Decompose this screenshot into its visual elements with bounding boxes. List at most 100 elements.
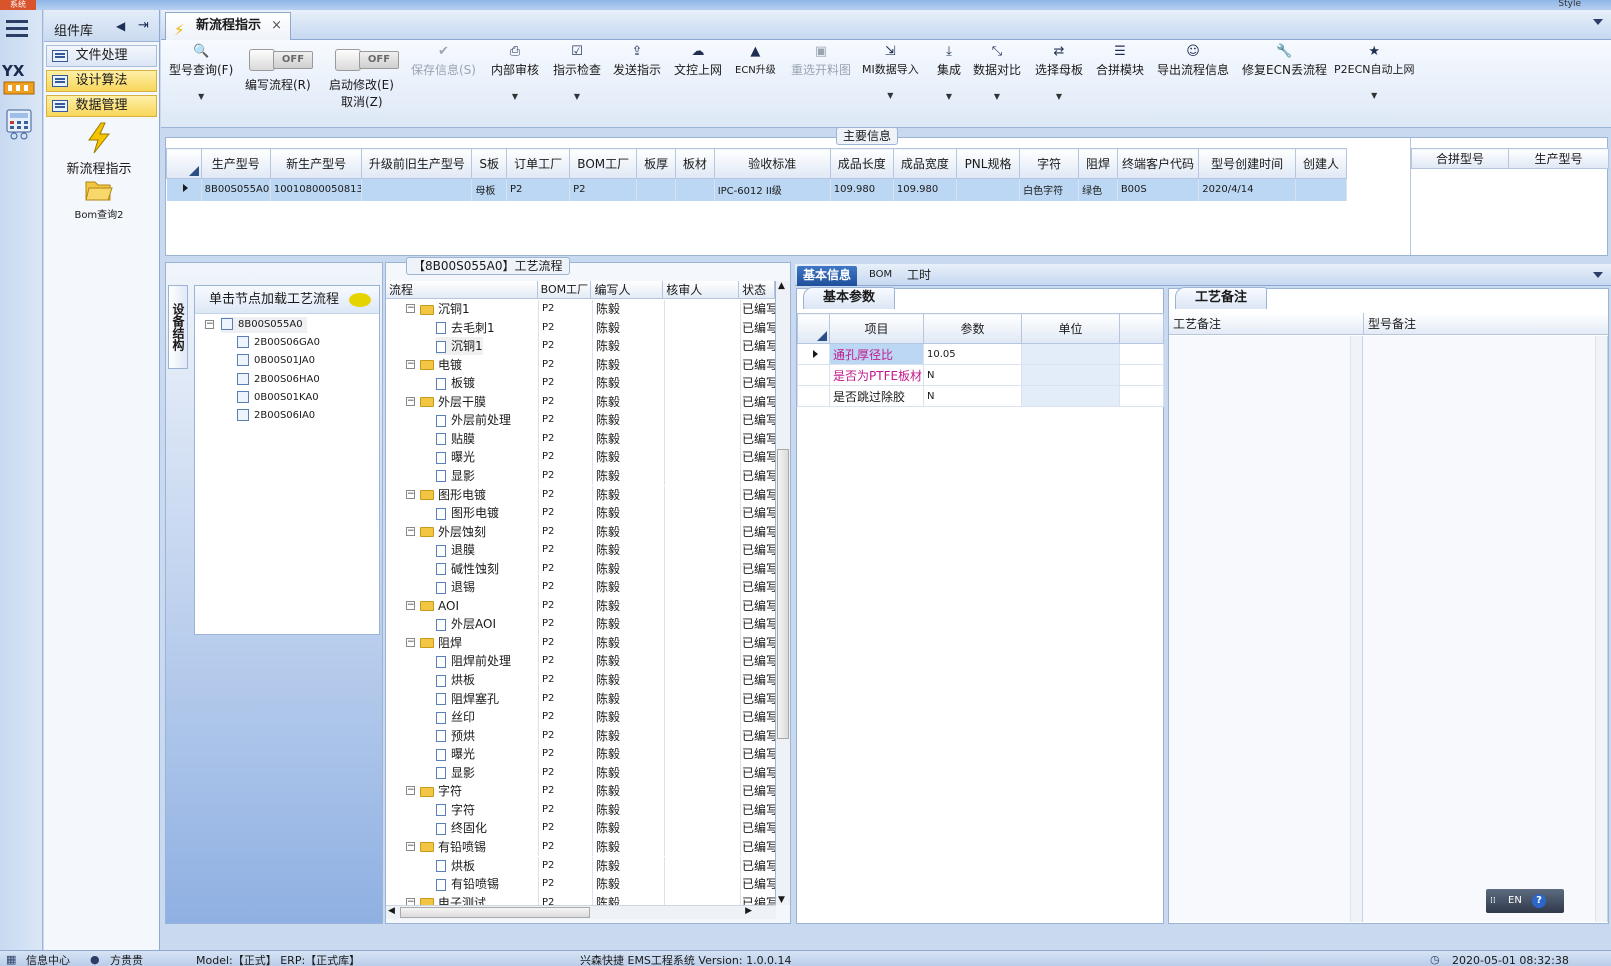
scroll-thumb[interactable] <box>400 907 590 918</box>
table-cell[interactable] <box>361 178 473 201</box>
column-header[interactable]: 字符 <box>1019 148 1080 179</box>
column-production-model[interactable]: 生产型号 <box>1508 148 1609 169</box>
table-row[interactable]: − 外层干膜 P2 陈毅 已编写 <box>386 392 775 412</box>
table-row[interactable]: 退膜 P2 陈毅 已编写 <box>386 541 775 560</box>
table-row[interactable]: 是否跳过除胶 N <box>797 385 1164 407</box>
table-row[interactable]: 预烘 P2 陈毅 已编写 <box>386 726 775 746</box>
scroll-up-icon[interactable]: ▲ <box>778 281 785 291</box>
table-row[interactable]: − 电镀 P2 陈毅 已编写 <box>386 355 775 375</box>
vertical-scrollbar[interactable]: ▲ ▼ <box>776 281 790 905</box>
dropdown-caret-icon[interactable]: ▼ <box>937 92 961 101</box>
table-row[interactable]: 丝印 P2 陈毅 已编写 <box>386 708 775 727</box>
table-cell[interactable] <box>675 178 715 201</box>
table-row[interactable]: 退锡 P2 陈毅 已编写 <box>386 578 775 597</box>
dropdown-caret-icon[interactable]: ▼ <box>169 92 233 101</box>
column-header[interactable]: 型号创建时间 <box>1198 148 1296 179</box>
library-item-data-management[interactable]: 数据管理 <box>46 95 157 117</box>
table-row[interactable]: 阻焊前处理 P2 陈毅 已编写 <box>386 652 775 671</box>
scroll-down-icon[interactable]: ▼ <box>778 895 785 905</box>
table-cell[interactable] <box>956 178 1021 201</box>
pin-panel-icon[interactable]: ⇥ <box>138 18 149 33</box>
vertical-scrollbar[interactable] <box>1350 336 1362 922</box>
table-row[interactable]: − 有铅喷锡 P2 陈毅 已编写 <box>386 837 775 857</box>
integrate-button[interactable]: ⤓ 集成 ▼ <box>937 43 961 101</box>
column-writer[interactable]: 编写人 <box>591 281 664 298</box>
table-row[interactable]: 字符 P2 陈毅 已编写 <box>386 800 775 820</box>
new-flow-instruction-shortcut[interactable]: 新流程指示 <box>44 122 154 177</box>
table-row[interactable]: 有铅喷锡 P2 陈毅 已编写 <box>386 875 775 894</box>
style-menu[interactable]: Style <box>1558 0 1581 9</box>
tab-equipment-structure[interactable]: 设备结构 <box>168 285 188 369</box>
collapse-node-icon[interactable]: − <box>406 786 415 796</box>
column-header[interactable]: 新生产型号 <box>269 148 363 179</box>
table-row[interactable]: − 电子测试 P2 陈毅 已编写 <box>386 893 775 905</box>
export-flow-info-button[interactable]: ☺ 导出流程信息 <box>1157 43 1229 78</box>
table-row[interactable]: 图形电镀 P2 陈毅 已编写 <box>386 504 775 523</box>
table-row[interactable]: 曝光 P2 陈毅 已编写 <box>386 448 775 467</box>
tree-child-node[interactable]: 0B00S01KA0 <box>237 390 319 406</box>
cancel-button[interactable]: 取消(Z) <box>341 93 383 110</box>
column-header[interactable]: 终端客户代码 <box>1116 148 1200 179</box>
table-row[interactable]: 碱性蚀刻 P2 陈毅 已编写 <box>386 559 775 579</box>
column-status[interactable]: 状态 <box>739 281 775 298</box>
tree-child-node[interactable]: 2B00S06HA0 <box>237 372 320 388</box>
column-header[interactable]: 验收标准 <box>713 148 831 179</box>
ecn-upgrade-button[interactable]: ▲ ECN升级 <box>735 43 776 76</box>
scroll-thumb[interactable] <box>777 449 789 739</box>
collapse-node-icon[interactable]: − <box>406 600 415 610</box>
table-row[interactable]: 外层AOI P2 陈毅 已编写 <box>386 615 775 634</box>
tree-root-node[interactable]: 8B00S055A0 <box>221 317 307 333</box>
collapse-node-icon[interactable]: − <box>406 489 415 499</box>
tab-basic-info[interactable]: 基本信息 <box>797 266 858 286</box>
column-merge-model[interactable]: 合拼型号 <box>1411 148 1509 169</box>
scroll-right-icon[interactable]: ▶ <box>745 906 752 916</box>
tab-new-flow-instruction[interactable]: ⚡ 新流程指示 × <box>165 12 291 40</box>
bom-query-shortcut[interactable]: Bom查询2 <box>44 178 154 221</box>
table-row[interactable]: − 外层蚀刻 P2 陈毅 已编写 <box>386 522 775 542</box>
merge-module-button[interactable]: ☰ 合拼模块 <box>1096 43 1144 78</box>
table-cell[interactable]: 10010800050813 <box>270 178 363 201</box>
collapse-node-icon[interactable]: − <box>406 396 415 406</box>
column-header[interactable]: 板厚 <box>636 148 676 179</box>
param-value[interactable]: N <box>923 385 1022 407</box>
table-row[interactable]: 终固化 P2 陈毅 已编写 <box>386 819 775 838</box>
column-header[interactable]: BOM工厂 <box>569 148 638 179</box>
collapse-node-icon[interactable]: − <box>205 320 214 329</box>
table-row[interactable]: 沉铜1 P2 陈毅 已编写 <box>386 337 775 356</box>
table-row[interactable]: 烘板 P2 陈毅 已编写 <box>386 856 775 875</box>
column-unit[interactable]: 单位 <box>1021 313 1120 344</box>
column-header[interactable]: 成品宽度 <box>892 148 957 179</box>
horizontal-scrollbar[interactable]: ◀ ▶ <box>386 905 776 919</box>
table-cell[interactable]: IPC-6012 II级 <box>714 178 831 201</box>
table-row[interactable]: − 阻焊 P2 陈毅 已编写 <box>386 633 775 653</box>
library-item-file-processing[interactable]: 文件处理 <box>46 45 157 67</box>
write-flow-toggle[interactable]: OFF <box>249 49 313 71</box>
tab-work-hours[interactable]: 工时 <box>901 266 937 286</box>
column-header[interactable]: 板材 <box>675 148 715 179</box>
table-row[interactable]: 烘板 P2 陈毅 已编写 <box>386 671 775 690</box>
instruction-check-button[interactable]: ☑ 指示检查 ▼ <box>553 43 601 101</box>
collapse-node-icon[interactable]: − <box>406 637 415 647</box>
column-header[interactable]: S板 <box>471 148 508 179</box>
table-row[interactable]: 8B00S055A0 10010800050813 母板 P2 P2 IPC-6012 I… <box>166 178 1348 201</box>
column-flow[interactable]: 流程 <box>386 281 538 298</box>
param-value[interactable]: N <box>923 364 1022 386</box>
param-unit[interactable] <box>1021 385 1120 407</box>
param-unit[interactable] <box>1021 343 1120 365</box>
column-param[interactable]: 参数 <box>923 313 1022 344</box>
select-mother-board-button[interactable]: ⇄ 选择母板 ▼ <box>1035 43 1083 101</box>
table-row[interactable]: − 沉铜1 P2 陈毅 已编写 <box>386 300 775 319</box>
table-cell[interactable]: P2 <box>506 178 571 201</box>
table-cell[interactable]: 白色字符 <box>1019 178 1080 201</box>
vertical-scrollbar[interactable] <box>1595 336 1607 922</box>
app-logo-icon[interactable]: YX <box>2 60 38 96</box>
process-notes-textarea[interactable] <box>1169 336 1363 922</box>
model-query-button[interactable]: 🔍 型号查询(F) ▼ <box>169 43 233 101</box>
table-row[interactable]: 显影 P2 陈毅 已编写 <box>386 763 775 783</box>
column-header[interactable]: 创建人 <box>1294 148 1348 179</box>
column-header[interactable]: 生产型号 <box>200 148 271 179</box>
tab-bom[interactable]: BOM <box>863 266 898 286</box>
dropdown-caret-icon[interactable]: ▼ <box>1035 92 1083 101</box>
table-row[interactable]: 曝光 P2 陈毅 已编写 <box>386 745 775 764</box>
hamburger-menu-icon[interactable] <box>6 20 28 38</box>
